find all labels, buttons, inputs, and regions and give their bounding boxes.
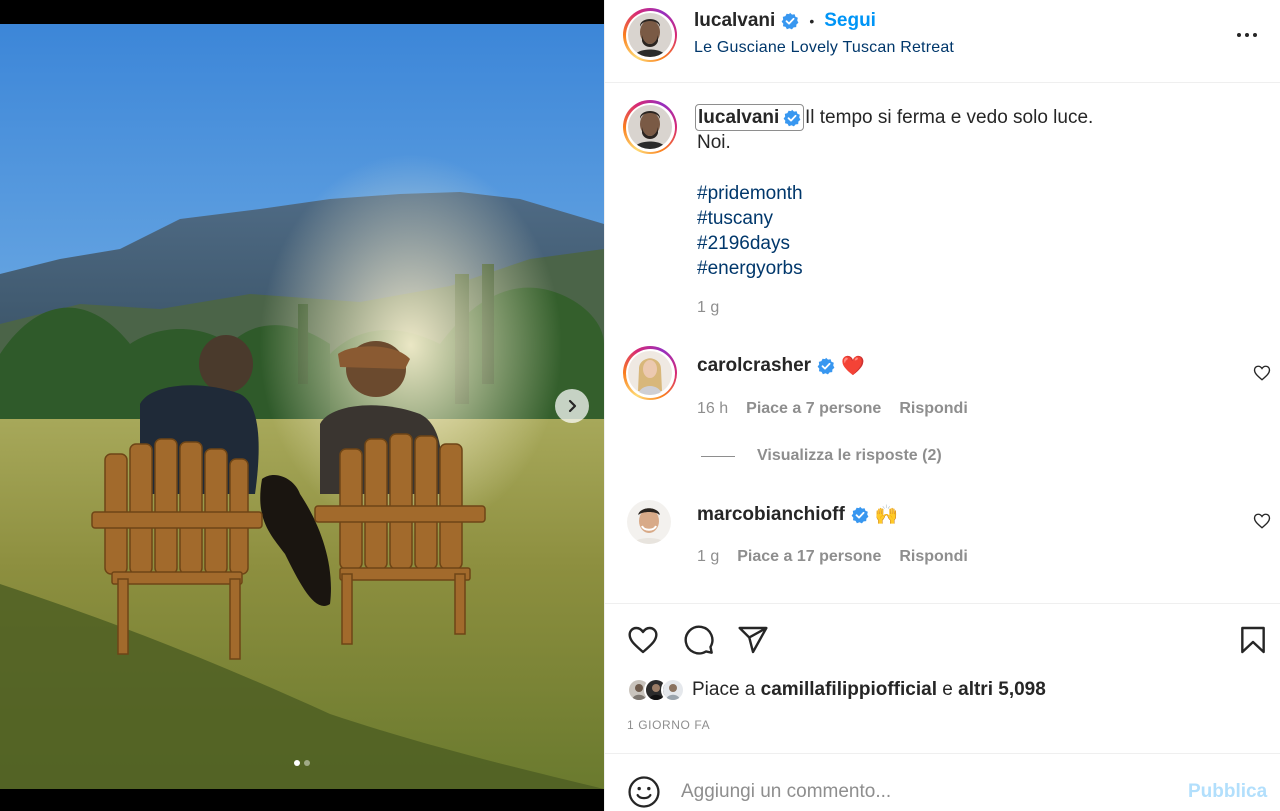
comment-timestamp[interactable]: 1 g	[697, 548, 719, 566]
post-header: lucalvani • Segui Le Gusciane Lovely Tus…	[605, 0, 1280, 83]
author-username[interactable]: lucalvani	[694, 10, 775, 32]
hashtag-link[interactable]: #tuscany	[697, 206, 803, 231]
post-details-panel: lucalvani • Segui Le Gusciane Lovely Tus…	[604, 0, 1280, 811]
emoji-icon[interactable]	[627, 775, 661, 809]
comment-meta: 16 h Piace a 7 persone Rispondi	[697, 400, 968, 418]
post-media	[0, 0, 604, 811]
comment-username-row: marcobianchioff 🙌	[697, 503, 898, 527]
heart-icon[interactable]	[625, 622, 661, 658]
verified-badge-icon	[817, 357, 835, 375]
hashtag-link[interactable]: #energyorbs	[697, 256, 803, 281]
comment-reply-button[interactable]: Rispondi	[899, 548, 967, 566]
more-options-icon[interactable]	[1229, 26, 1265, 44]
comment-like-heart-icon[interactable]	[1253, 364, 1271, 382]
comment-text: ❤️	[841, 356, 865, 377]
author-avatar[interactable]	[623, 8, 677, 62]
caption-author-avatar[interactable]	[623, 100, 677, 154]
post-actions: Piace a camillafilippiofficial e altri 5…	[605, 603, 1280, 753]
view-replies-label: Visualizza le risposte (2)	[757, 447, 942, 464]
author-username-row: lucalvani • Segui	[694, 10, 876, 32]
header-separator: •	[809, 13, 815, 29]
location-link[interactable]: Le Gusciane Lovely Tuscan Retreat	[694, 39, 954, 57]
comment-username-row: carolcrasher ❤️	[697, 354, 865, 378]
comment-icon[interactable]	[681, 622, 717, 658]
verified-badge-icon	[851, 506, 869, 524]
chevron-right-icon	[568, 399, 577, 413]
likes-summary: Piace a camillafilippiofficial e altri 5…	[627, 678, 1046, 702]
commenter-username[interactable]: carolcrasher	[697, 355, 811, 377]
view-replies-button[interactable]: Visualizza le risposte (2)	[701, 447, 942, 465]
caption-username[interactable]: lucalvani	[695, 104, 805, 131]
commenter-avatar[interactable]	[627, 500, 671, 544]
hashtag-link[interactable]: #pridemonth	[697, 181, 803, 206]
comment-timestamp[interactable]: 16 h	[697, 400, 728, 418]
likes-connector: e	[942, 679, 953, 700]
bookmark-icon[interactable]	[1235, 622, 1271, 658]
post-photo[interactable]	[0, 24, 604, 789]
commenter-username[interactable]: marcobianchioff	[697, 504, 845, 526]
liker-avatar[interactable]	[661, 678, 685, 702]
liker-username-link[interactable]: camillafilippiofficial	[761, 679, 937, 700]
caption-text: Il tempo si ferma e vedo solo luce.	[805, 107, 1094, 128]
likes-prefix: Piace a	[692, 679, 756, 700]
verified-badge-icon	[781, 12, 799, 30]
caption-hashtags: #pridemonth #tuscany #2196days #energyor…	[697, 181, 803, 281]
replies-divider-line	[701, 455, 735, 457]
verified-badge-icon	[783, 109, 801, 126]
carousel-dot	[304, 760, 310, 766]
comment-reply-button[interactable]: Rispondi	[899, 400, 967, 418]
comment-text: 🙌	[874, 505, 899, 526]
comment-meta: 1 g Piace a 17 persone Rispondi	[697, 548, 968, 566]
carousel-dot-active	[294, 760, 300, 766]
post-date[interactable]: 1 GIORNO FA	[627, 718, 710, 732]
comment-like-heart-icon[interactable]	[1253, 512, 1271, 530]
caption-username-text: lucalvani	[698, 106, 780, 128]
hashtag-link[interactable]: #2196days	[697, 231, 803, 256]
publish-button[interactable]: Pubblica	[1188, 781, 1267, 803]
likes-text: Piace a camillafilippiofficial e altri 5…	[692, 679, 1046, 701]
add-comment-bar: Pubblica	[605, 753, 1280, 811]
comment-input[interactable]	[681, 778, 1161, 806]
carousel-indicator	[0, 760, 604, 766]
commenter-avatar[interactable]	[623, 346, 677, 400]
comment-likes-count[interactable]: Piace a 7 persone	[746, 400, 881, 418]
others-likes-link[interactable]: altri 5,098	[958, 679, 1046, 700]
carousel-next-button[interactable]	[555, 389, 589, 423]
follow-button[interactable]: Segui	[824, 10, 876, 32]
caption-timestamp[interactable]: 1 g	[697, 299, 719, 317]
comment-likes-count[interactable]: Piace a 17 persone	[737, 548, 881, 566]
share-icon[interactable]	[735, 622, 771, 658]
caption-text-line2: Noi.	[697, 132, 731, 153]
